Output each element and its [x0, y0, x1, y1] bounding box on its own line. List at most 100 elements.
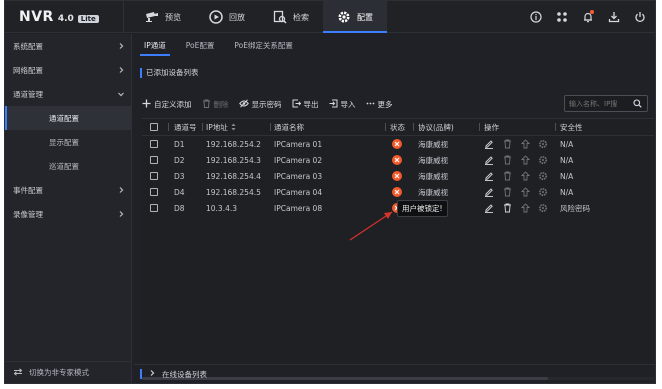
section-title-text: 已添加设备列表 — [146, 68, 199, 77]
sidebar-item-event[interactable]: 事件配置 — [5, 178, 131, 202]
security-cell: N/A — [560, 139, 574, 149]
gear-icon[interactable] — [538, 139, 548, 149]
protocol-cell: 海康威视 — [418, 155, 448, 165]
sort-icon[interactable] — [231, 123, 236, 131]
import-button[interactable]: 导入 — [329, 99, 356, 110]
edit-icon[interactable] — [484, 187, 494, 197]
expert-mode-toggle[interactable]: 切换为非专家模式 — [5, 361, 132, 383]
table-row[interactable]: D3 192.168.254.4 IPCamera 03 海康威视 N/A — [142, 168, 654, 184]
gear-icon[interactable] — [538, 155, 548, 165]
table-row[interactable]: D1 192.168.254.2 IPCamera 01 海康威视 N/A — [142, 136, 654, 152]
download-icon[interactable] — [607, 10, 621, 24]
gear-icon[interactable] — [538, 171, 548, 181]
sidebar-item-channel-mgmt[interactable]: 通道管理 — [5, 82, 131, 106]
error-status-icon — [392, 187, 402, 197]
edit-icon[interactable] — [484, 171, 494, 181]
nav-playback[interactable]: 回放 — [195, 1, 259, 33]
col-channel[interactable]: 通道号 — [174, 119, 197, 135]
search-icon[interactable] — [629, 96, 645, 111]
sidebar-item-label: 事件配置 — [13, 185, 43, 195]
show-password-button[interactable]: 显示密码 — [238, 98, 282, 110]
chevron-right-icon — [117, 186, 125, 194]
nav-label: 检索 — [293, 12, 309, 22]
bell-icon[interactable] — [581, 10, 595, 24]
tab-bar: IP通道 PoE配置 PoE绑定关系配置 — [134, 34, 303, 56]
sidebar-subitem-label: 巡道配置 — [49, 161, 79, 171]
nav-preview[interactable]: 预览 — [131, 1, 195, 33]
status-cell[interactable] — [392, 184, 402, 200]
power-icon[interactable] — [633, 10, 647, 24]
nav-config[interactable]: 配置 — [323, 1, 387, 33]
table-row[interactable]: D4 192.168.254.5 IPCamera 04 海康威视 N/A — [142, 184, 654, 200]
trash-icon[interactable] — [502, 155, 512, 165]
export-button[interactable]: 导出 — [292, 99, 319, 110]
tab-ip-channel[interactable]: IP通道 — [134, 34, 176, 56]
col-status[interactable]: 状态 — [390, 119, 405, 135]
network-icon[interactable] — [555, 10, 569, 24]
sidebar-subitem-display-config[interactable]: 显示配置 — [5, 130, 131, 154]
col-name[interactable]: 通道名称 — [274, 119, 304, 135]
sidebar-subitem-patrol-config[interactable]: 巡道配置 — [5, 154, 131, 178]
locked-tooltip: 用户被锁定! — [397, 200, 448, 217]
tab-poe-config[interactable]: PoE配置 — [176, 34, 225, 56]
edit-icon[interactable] — [484, 139, 494, 149]
select-all-checkbox[interactable] — [150, 119, 158, 135]
trash-icon[interactable] — [502, 171, 512, 181]
trash-icon[interactable] — [502, 203, 512, 213]
main-content: IP通道 PoE配置 PoE绑定关系配置 已添加设备列表 自定义添加 删除 显示… — [134, 34, 655, 383]
col-ip[interactable]: IP地址 — [206, 119, 236, 135]
col-security[interactable]: 安全性 — [560, 119, 583, 135]
add-custom-label: 自定义添加 — [154, 99, 192, 109]
sidebar-item-network[interactable]: 网络配置 — [5, 58, 131, 82]
status-cell[interactable] — [392, 152, 402, 168]
channel-cell: D1 — [174, 139, 185, 149]
edit-icon[interactable] — [484, 155, 494, 165]
delete-button[interactable]: 删除 — [202, 99, 229, 110]
row-checkbox[interactable] — [150, 136, 158, 152]
ops-cell — [484, 152, 548, 168]
error-status-icon — [392, 139, 402, 149]
status-cell[interactable] — [392, 136, 402, 152]
row-checkbox[interactable] — [150, 152, 158, 168]
search-input[interactable] — [565, 99, 629, 108]
upgrade-icon[interactable] — [520, 155, 530, 165]
table-row[interactable]: D2 192.168.254.3 IPCamera 02 海康威视 N/A — [142, 152, 654, 168]
sidebar-item-recording[interactable]: 录像管理 — [5, 202, 131, 226]
eye-off-icon — [238, 98, 249, 110]
channel-cell: D8 — [174, 203, 185, 213]
nav-search[interactable]: 检索 — [259, 1, 323, 33]
security-cell: 风险密码 — [560, 203, 590, 213]
upgrade-icon[interactable] — [520, 171, 530, 181]
tab-poe-binding[interactable]: PoE绑定关系配置 — [224, 34, 303, 56]
logo-version: 4.0 — [57, 14, 74, 24]
sidebar-subitem-channel-config[interactable]: 通道配置 — [5, 106, 131, 130]
sidebar-item-system[interactable]: 系统配置 — [5, 34, 131, 58]
name-cell: IPCamera 02 — [274, 155, 323, 165]
status-cell[interactable] — [392, 168, 402, 184]
row-checkbox[interactable] — [150, 200, 158, 216]
more-button[interactable]: 更多 — [366, 99, 393, 110]
name-cell: IPCamera 04 — [274, 187, 323, 197]
toolbar: 自定义添加 删除 显示密码 导出 导入 更多 — [142, 96, 393, 112]
online-devices-section[interactable]: 在线设备列表 — [134, 364, 655, 383]
gear-icon[interactable] — [538, 187, 548, 197]
row-checkbox[interactable] — [150, 168, 158, 184]
top-icons — [529, 1, 647, 33]
add-custom-button[interactable]: 自定义添加 — [142, 99, 192, 110]
gear-icon[interactable] — [538, 203, 548, 213]
trash-icon[interactable] — [502, 187, 512, 197]
upgrade-icon[interactable] — [520, 203, 530, 213]
upgrade-icon[interactable] — [520, 139, 530, 149]
logo-text: NVR — [19, 9, 54, 25]
info-icon[interactable] — [529, 10, 543, 24]
more-dots-icon — [366, 99, 375, 110]
chevron-down-icon — [117, 90, 125, 98]
row-checkbox[interactable] — [150, 184, 158, 200]
col-protocol[interactable]: 协议(品牌) — [418, 119, 454, 135]
edit-icon[interactable] — [484, 203, 494, 213]
ops-cell — [484, 200, 548, 216]
trash-icon[interactable] — [502, 139, 512, 149]
logo-edition: Lite — [77, 15, 99, 23]
upgrade-icon[interactable] — [520, 187, 530, 197]
more-label: 更多 — [377, 99, 393, 109]
